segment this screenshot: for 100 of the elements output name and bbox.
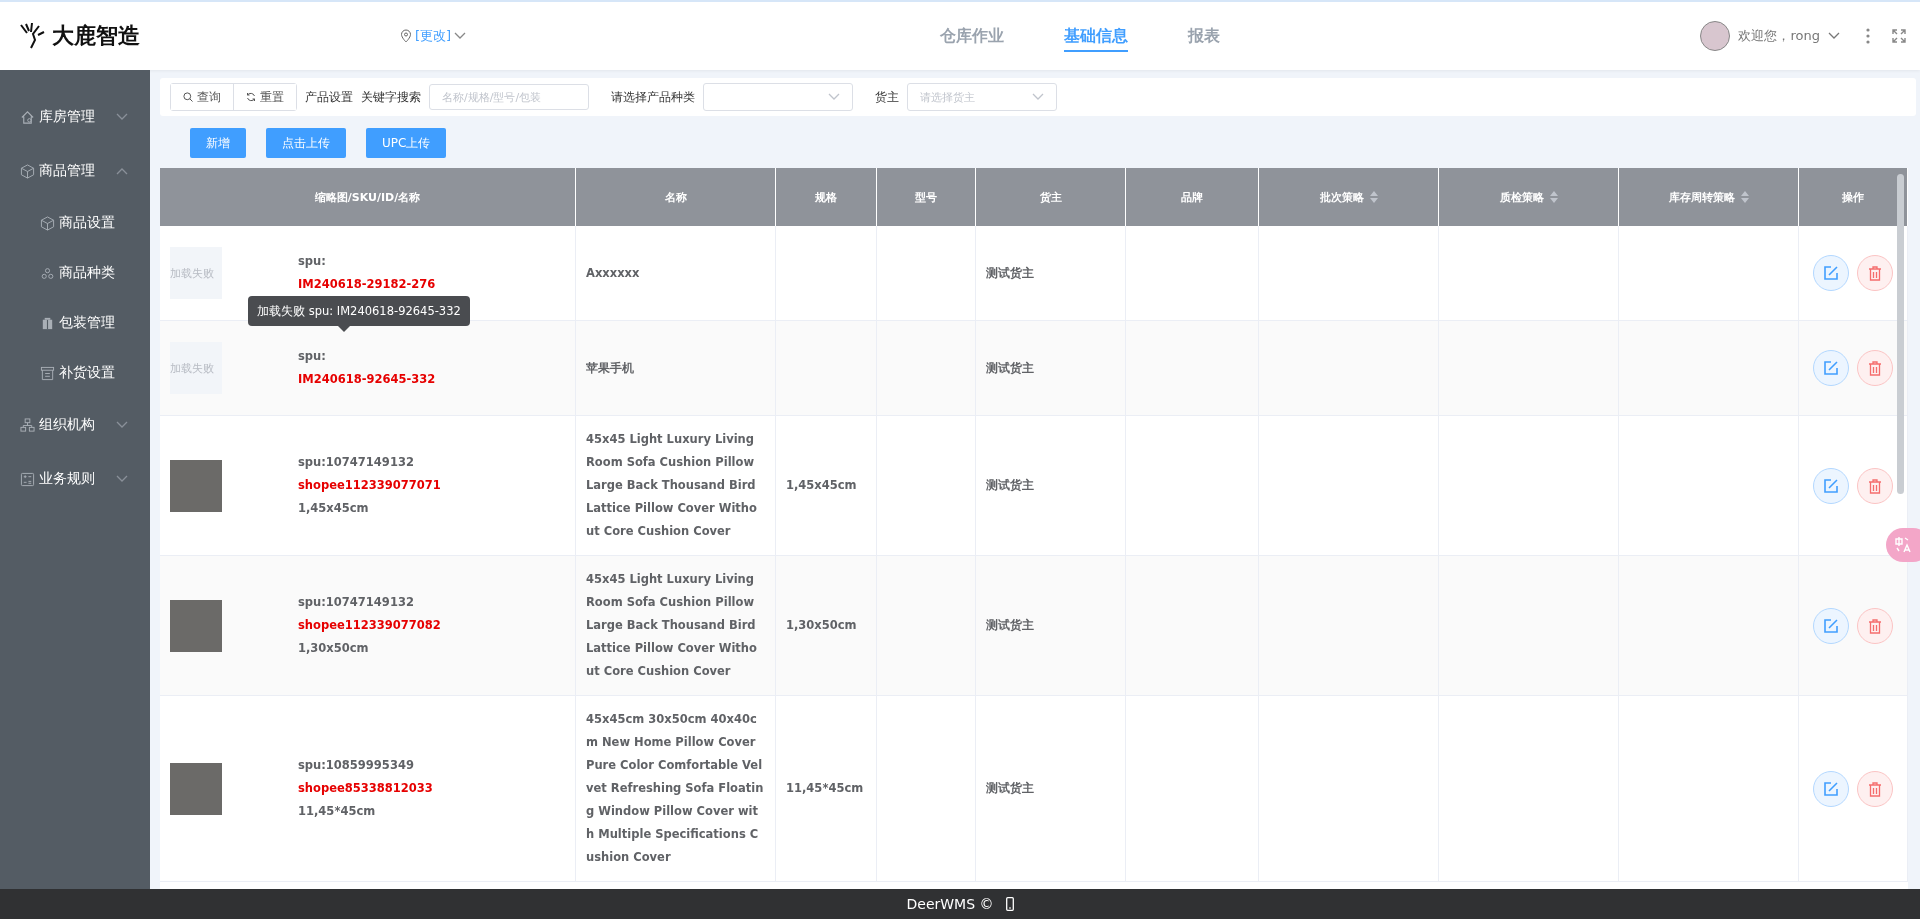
spu-text: spu: [298,348,327,365]
footer-text: DeerWMS © [906,896,994,912]
nav-tab[interactable]: 基础信息 [1064,20,1128,52]
owner-text: 测试货主 [986,780,1034,797]
sidebar-item[interactable]: 商品设置 [0,198,150,248]
sort-icon[interactable] [1740,191,1749,203]
category-select[interactable] [703,83,853,111]
product-name: 45x45 Light Luxury Living Room Sofa Cushion Pillow Large Back Thousand Bird Lattice Pillow Cover Without Core Cushion Cover [586,431,758,540]
house-icon [20,109,35,125]
mobile-phone-icon[interactable] [1005,897,1014,911]
spu-text: spu:10747149132 [298,594,415,611]
photo-placeholder [170,762,222,815]
sort-icon[interactable] [1369,191,1378,203]
category-label: 请选择产品种类 [611,88,695,106]
sidebar-item[interactable]: 商品种类 [0,248,150,298]
action-button[interactable]: UPC上传 [366,128,447,158]
column-header: 货主 [976,168,1126,226]
keyword-label: 关键字搜索 [361,88,421,106]
product-name: 45x45 Light Luxury Living Room Sofa Cushion Pillow Large Back Thousand Bird Lattice Pillow Cover Without Core Cushion Cover [586,571,758,680]
edit-icon [1823,360,1839,376]
more-vertical-icon[interactable] [1866,28,1870,44]
delete-button[interactable] [1857,770,1893,807]
nav-tab[interactable]: 报表 [1188,20,1220,52]
cube-icon [20,163,35,179]
owner-text: 测试货主 [986,264,1034,282]
chevron-down-icon [828,93,840,101]
photo-placeholder [170,459,222,512]
edit-button[interactable] [1813,770,1849,807]
trash-icon [1868,477,1882,494]
user-menu-chevron-icon [1828,32,1840,40]
search-icon [183,92,193,102]
column-header: 品牌 [1126,168,1259,226]
trash-icon [1868,780,1882,797]
sidebar-group[interactable]: 库房管理 [0,90,150,144]
delete-button[interactable] [1857,607,1893,644]
spu-text: spu:10859995349 [298,757,415,774]
fullscreen-icon[interactable] [1892,29,1906,43]
scrollbar[interactable] [1897,174,1904,494]
gift-icon [40,315,55,331]
size-text: 1,30x50cm [298,640,370,657]
edit-icon [1823,477,1839,494]
edit-button[interactable] [1813,607,1849,644]
product-name: 45x45cm 30x50cm 40x40cm New Home Pillow Cover Pure Color Comfortable Velvet Refreshing Sofa Floating Window Pillow Cover with Multiple Specifications Cushion Cover [586,711,765,866]
spec-text: 11,45*45cm [786,780,864,797]
spec-text: 1,30x50cm [786,617,857,634]
sidebar-item[interactable]: 补货设置 [0,348,150,398]
sku-text: IM240618-29182-276 [298,276,436,293]
product-settings-label: 产品设置 [305,88,353,106]
action-button[interactable]: 新增 [190,128,246,158]
sort-icon[interactable] [1549,191,1558,203]
column-header[interactable]: 质检策略 [1439,168,1619,226]
trash-icon [1868,360,1882,376]
column-header[interactable]: 批次策略 [1259,168,1439,226]
column-header: 规格 [776,168,877,226]
edit-icon [1823,265,1839,281]
delete-button[interactable] [1857,350,1893,386]
edit-icon [1823,780,1839,797]
chevron-down-icon [1032,93,1044,101]
sku-text: shopee112339077082 [298,617,441,634]
delete-button[interactable] [1857,467,1893,504]
user-greeting[interactable]: 欢迎您，rong [1738,27,1820,45]
owner-label: 货主 [875,88,899,106]
sidebar-group[interactable]: 组织机构 [0,398,150,452]
column-header: 型号 [877,168,976,226]
translate-icon [1894,536,1912,554]
location-pin-icon [400,29,412,43]
owner-text: 测试货主 [986,359,1034,377]
calculator-icon [20,471,35,487]
size-text: 1,45x45cm [298,500,370,517]
column-header[interactable]: 库存周转策略 [1619,168,1799,226]
sku-text: shopee85338812033 [298,780,433,797]
nav-tab[interactable]: 仓库作业 [940,20,1004,52]
edit-button[interactable] [1813,350,1849,386]
product-name: Axxxxxx [586,264,640,282]
edit-button[interactable] [1813,467,1849,504]
product-name: 苹果手机 [586,359,634,377]
spu-text: spu:10747149132 [298,454,415,471]
sidebar-group[interactable]: 业务规则 [0,452,150,506]
change-location-link[interactable]: [更改] [415,27,452,45]
edit-button[interactable] [1813,255,1849,291]
edit-icon [1823,617,1839,634]
size-text: 11,45*45cm [298,803,377,820]
avatar-circle[interactable] [1700,21,1731,51]
translate-button[interactable] [1886,528,1920,562]
delete-button[interactable] [1857,255,1893,291]
archive-icon [40,365,55,381]
photo-placeholder [170,599,222,652]
tooltip: 加载失败 spu: IM240618-92645-332 [248,296,470,326]
nodes-icon [40,265,55,281]
spu-text: spu: [298,253,327,270]
cube-icon [40,215,55,231]
reset-button[interactable]: 重置 [233,84,296,110]
org-chart-icon [20,417,35,433]
chevron-down-icon [454,32,467,40]
sidebar-group[interactable]: 商品管理 [0,144,150,198]
action-button[interactable]: 点击上传 [266,128,346,158]
sidebar-item[interactable]: 包装管理 [0,298,150,348]
sku-text: IM240618-92645-332 [298,371,436,388]
column-header: 缩略图/SKU/ID/名称 [160,168,576,226]
refresh-icon [246,92,256,102]
